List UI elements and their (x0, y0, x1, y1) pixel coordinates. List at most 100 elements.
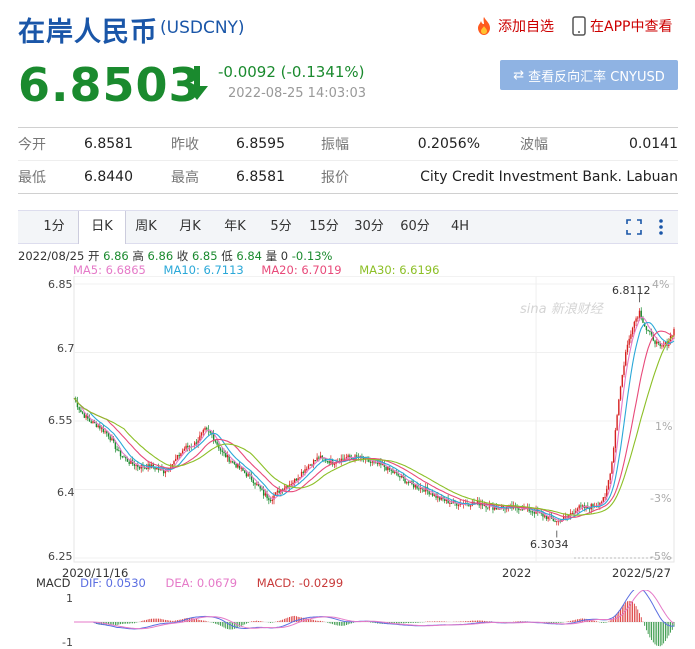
candle (647, 330, 649, 332)
quote-time: 2022-08-25 14:03:03 (228, 86, 367, 101)
candle (642, 318, 644, 323)
tab-15min[interactable]: 15分 (306, 211, 342, 243)
candle (90, 421, 92, 424)
candle (80, 409, 82, 413)
low-annotation: 6.3034 (530, 538, 569, 551)
tab-5min[interactable]: 5分 (260, 211, 302, 243)
candle (81, 412, 84, 414)
tab-yearly[interactable]: 年K (214, 211, 256, 243)
ma30-label: MA30: 6.6196 (359, 263, 440, 277)
candle (85, 415, 87, 418)
ma5-line (73, 316, 675, 522)
candle (121, 456, 123, 458)
candle (128, 461, 130, 464)
candle (304, 469, 306, 473)
swap-icon: ⇄ (513, 67, 525, 83)
candlestick-chart[interactable] (0, 276, 695, 576)
tab-1min[interactable]: 1分 (32, 211, 76, 243)
y-tick: 6.7 (57, 342, 75, 355)
candle (604, 496, 606, 498)
stat-value: 0.2056% (417, 136, 480, 152)
stat-value: 6.8440 (84, 169, 133, 185)
candle (618, 399, 620, 416)
candle (200, 432, 203, 436)
candle (88, 418, 91, 422)
ohlc-open: 6.86 (103, 249, 129, 263)
ohlc-label: 收 (176, 249, 189, 263)
stat-value: 6.8595 (236, 136, 285, 152)
candle (185, 445, 187, 449)
page-title: 在岸人民币 (18, 17, 158, 48)
candle (611, 462, 613, 474)
candle (581, 505, 584, 507)
y-tick: 6.85 (48, 278, 73, 291)
candle (311, 464, 313, 466)
candle (531, 511, 534, 513)
candle (645, 326, 648, 331)
fullscreen-icon[interactable] (626, 219, 642, 235)
candle (592, 504, 594, 507)
pct-tick: 1% (655, 420, 673, 433)
reverse-rate-button[interactable]: ⇄ 查看反向汇率 CNYUSD (500, 60, 678, 90)
candle (450, 502, 453, 504)
candle (543, 515, 546, 517)
add-watchlist-button[interactable]: 添加自选 (474, 16, 554, 36)
tab-weekly[interactable]: 周K (126, 211, 166, 243)
candle (154, 467, 156, 470)
candle (616, 415, 618, 431)
tab-60min[interactable]: 60分 (394, 211, 436, 243)
more-options-icon[interactable] (658, 218, 664, 236)
dea-line (74, 590, 675, 630)
candle (662, 345, 665, 347)
candle (306, 468, 308, 470)
stat-label: 昨收 (171, 137, 199, 153)
macd-chart[interactable] (0, 590, 695, 647)
chart-frame (73, 276, 675, 563)
candle (607, 480, 610, 489)
ohlc-label: 量 (265, 249, 278, 263)
candle (243, 470, 246, 473)
stat-value: 6.8581 (84, 136, 133, 152)
ma10-label: MA10: 6.7113 (163, 263, 244, 277)
open-in-app-button[interactable]: 在APP中查看 (572, 16, 672, 36)
candle (412, 484, 415, 488)
stat-label: 最高 (171, 170, 199, 186)
tab-4h[interactable]: 4H (440, 211, 480, 243)
candle (259, 486, 261, 489)
candle (625, 352, 627, 366)
candle (175, 459, 177, 462)
candle (262, 489, 265, 496)
ohlc-change: -0.13% (291, 249, 333, 263)
fire-icon (478, 17, 490, 35)
candle (216, 441, 218, 445)
period-tabs: 1分 日K 周K 月K 年K 5分 15分 30分 60分 4H (18, 210, 678, 244)
candle (245, 472, 248, 477)
candle (321, 455, 323, 458)
stat-value: 0.0141 (629, 136, 678, 152)
dea-label: DEA: 0.0679 (165, 576, 238, 590)
candle (133, 463, 136, 466)
down-arrow-icon (186, 66, 208, 100)
y-tick: 6.4 (57, 486, 75, 499)
candle (295, 478, 298, 481)
dif-line (74, 590, 675, 630)
tab-daily[interactable]: 日K (78, 211, 126, 244)
candle (204, 427, 206, 430)
stats-row: 今开 6.8581 昨收 6.8595 振幅 0.2056% 波幅 0.0141 (18, 128, 678, 160)
candle (457, 505, 460, 507)
ohlc-volume: 0 (280, 249, 289, 263)
candle (278, 490, 280, 493)
candle (100, 427, 103, 429)
candle (178, 455, 180, 457)
tab-monthly[interactable]: 月K (168, 211, 212, 243)
ma5-label: MA5: 6.6865 (73, 263, 146, 277)
candle (212, 434, 215, 441)
candle (418, 488, 420, 490)
currency-code: (USDCNY) (160, 18, 245, 38)
candle (176, 455, 179, 460)
candle (533, 512, 536, 514)
candle (111, 438, 113, 441)
tab-30min[interactable]: 30分 (348, 211, 390, 243)
candle (276, 490, 279, 493)
candle (290, 484, 292, 486)
